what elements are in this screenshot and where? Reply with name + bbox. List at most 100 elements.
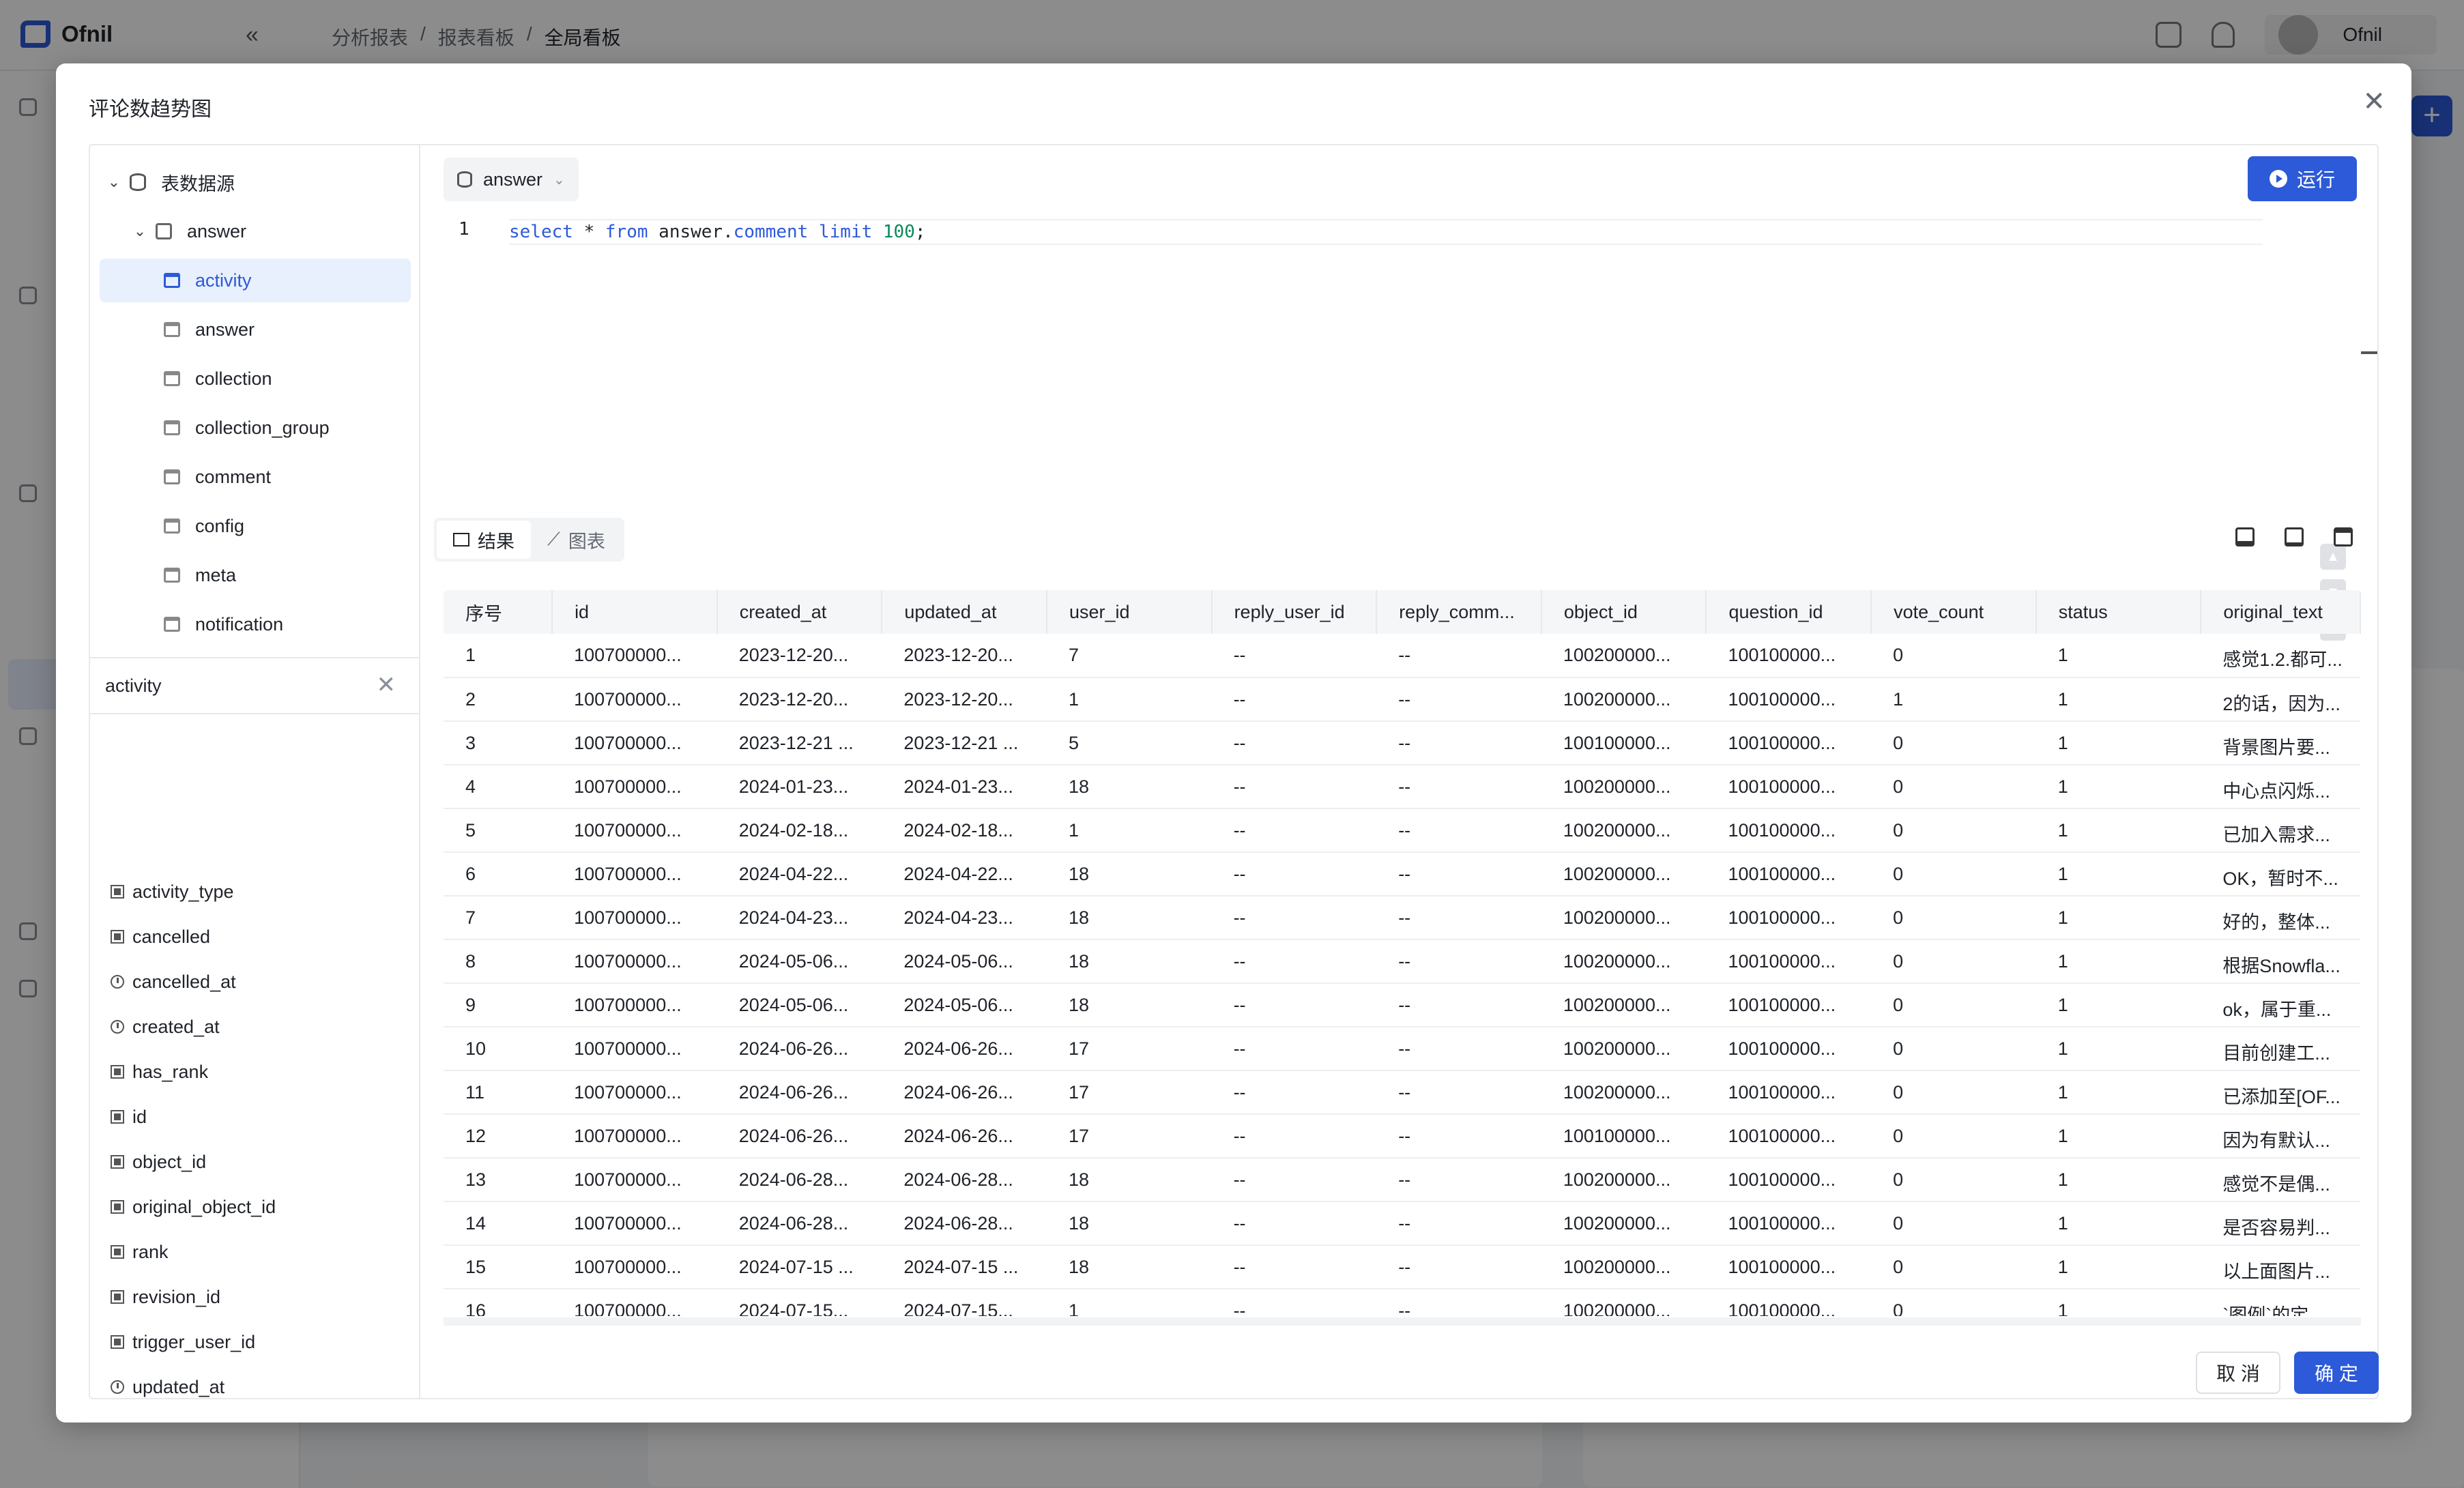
field-name: cancelled_at <box>132 971 236 992</box>
table-row[interactable]: 14 100700000... 2024-06-28... 2024-06-28...… <box>444 1201 2360 1246</box>
table-row[interactable]: 7 100700000... 2024-04-23... 2024-04-23... 1… <box>444 896 2360 940</box>
table-cell: 17 <box>1046 1027 1212 1071</box>
chevron-down-icon[interactable]: ⌄ <box>106 173 121 191</box>
layout-top-icon[interactable] <box>2334 527 2353 546</box>
table-cell: 16 <box>444 1289 553 1316</box>
tree-table-label: config <box>195 515 245 536</box>
field-item[interactable]: revision_id <box>111 1283 220 1311</box>
clock-icon <box>111 1380 124 1394</box>
table-row[interactable]: 11 100700000... 2024-06-26... 2024-06-26...… <box>444 1070 2360 1115</box>
table-cell: 100700000... <box>552 1114 717 1158</box>
field-item[interactable]: rank <box>111 1238 169 1266</box>
field-item[interactable]: original_object_id <box>111 1193 276 1221</box>
column-header[interactable]: object_id <box>1541 590 1707 634</box>
table-cell: 100200000... <box>1541 939 1707 984</box>
table-row[interactable]: 1 100700000... 2023-12-20... 2023-12-20... 7… <box>444 634 2360 678</box>
column-header[interactable]: 序号 <box>444 590 553 634</box>
tree-schema[interactable]: ⌄ answer <box>132 209 420 253</box>
field-item[interactable]: updated_at <box>111 1373 224 1398</box>
field-item[interactable]: has_rank <box>111 1058 208 1085</box>
table-row[interactable]: 6 100700000... 2024-04-22... 2024-04-22... 1… <box>444 852 2360 896</box>
layout-split-icon[interactable] <box>2285 527 2304 546</box>
sql-keyword: from <box>605 222 648 242</box>
field-name: created_at <box>132 1016 220 1037</box>
column-header[interactable]: reply_comm... <box>1376 590 1542 634</box>
horizontal-scrollbar[interactable] <box>444 1317 2361 1326</box>
table-row[interactable]: 15 100700000... 2024-07-15 ... 2024-07-15 .… <box>444 1245 2360 1289</box>
tab-results[interactable]: 结果 <box>437 521 531 559</box>
tree-table-item[interactable]: meta <box>100 553 411 597</box>
layout-bottom-icon[interactable] <box>2235 527 2255 546</box>
table-cell: 100100000... <box>1706 1201 1872 1246</box>
field-item[interactable]: created_at <box>111 1013 220 1040</box>
field-item[interactable]: id <box>111 1103 147 1130</box>
field-name: object_id <box>132 1151 207 1172</box>
column-header[interactable]: created_at <box>716 590 883 634</box>
chevron-down-icon[interactable]: ⌄ <box>132 222 147 240</box>
field-item[interactable]: cancelled <box>111 923 210 950</box>
table-cell: 2024-01-23... <box>716 765 882 809</box>
table-cell: 2024-05-06... <box>882 983 1047 1027</box>
cancel-button[interactable]: 取 消 <box>2196 1352 2280 1394</box>
table-cell: 目前创建工... <box>2201 1027 2360 1071</box>
result-table-container[interactable]: 序号 id created_at updated_at user_id reply_use… <box>444 590 2361 1316</box>
tree-table-item[interactable]: collection_group <box>100 406 411 450</box>
close-icon[interactable]: ✕ <box>2362 88 2386 115</box>
table-cell: 0 <box>1871 1114 2036 1158</box>
table-row[interactable]: 4 100700000... 2024-01-23... 2024-01-23... 1… <box>444 765 2360 809</box>
tab-chart[interactable]: ⟋ 图表 <box>531 521 622 559</box>
table-row[interactable]: 12 100700000... 2024-06-26... 2024-06-26...… <box>444 1114 2360 1158</box>
field-search[interactable]: activity ✕ <box>90 657 420 714</box>
table-cell: 0 <box>1871 808 2036 853</box>
field-item[interactable]: cancelled_at <box>111 968 236 995</box>
grid-icon <box>111 1155 124 1169</box>
tree-table-item[interactable]: notification <box>100 602 411 646</box>
table-row[interactable]: 16 100700000... 2024-07-15... 2024-07-15...… <box>444 1289 2360 1316</box>
table-row[interactable]: 8 100700000... 2024-05-06... 2024-05-06... 1… <box>444 939 2360 984</box>
table-cell: 0 <box>1871 852 2036 896</box>
table-row[interactable]: 13 100700000... 2024-06-28... 2024-06-28...… <box>444 1158 2360 1202</box>
column-header[interactable]: user_id <box>1046 590 1213 634</box>
table-icon <box>164 617 180 632</box>
tree-table-item[interactable]: answer <box>100 308 411 351</box>
tree-table-item[interactable]: comment <box>100 455 411 499</box>
field-search-input[interactable]: activity <box>105 675 162 697</box>
sql-table: comment <box>733 222 809 242</box>
field-name: trigger_user_id <box>132 1331 256 1352</box>
table-cell: -- <box>1211 1201 1377 1246</box>
tree-table-item[interactable]: config <box>100 504 411 548</box>
tree-table-label: answer <box>195 319 255 340</box>
column-header[interactable]: id <box>552 590 718 634</box>
tree-table-item[interactable]: collection <box>100 357 411 400</box>
column-header[interactable]: original_text <box>2201 590 2361 634</box>
field-item[interactable]: object_id <box>111 1148 206 1176</box>
sql-code-line[interactable]: select * from answer.comment limit 100; <box>509 219 2263 245</box>
table-row[interactable]: 10 100700000... 2024-06-26... 2024-06-26...… <box>444 1027 2360 1071</box>
table-cell: -- <box>1376 808 1541 853</box>
table-row[interactable]: 5 100700000... 2024-02-18... 2024-02-18... 1… <box>444 808 2360 853</box>
run-button[interactable]: 运行 <box>2248 156 2357 201</box>
table-cell: 2024-04-22... <box>882 852 1047 896</box>
table-icon <box>453 533 469 546</box>
table-row[interactable]: 3 100700000... 2023-12-21 ... 2023-12-21 ..… <box>444 721 2360 765</box>
clear-icon[interactable]: ✕ <box>377 673 396 697</box>
field-item[interactable]: activity_type <box>111 878 234 905</box>
tree-root[interactable]: ⌄ 表数据源 <box>106 160 418 204</box>
column-header[interactable]: updated_at <box>882 590 1047 634</box>
table-row[interactable]: 2 100700000... 2023-12-20... 2023-12-20... 1… <box>444 677 2360 722</box>
column-header[interactable]: status <box>2035 590 2202 634</box>
ok-button[interactable]: 确 定 <box>2294 1352 2379 1394</box>
column-header[interactable]: question_id <box>1706 590 1872 634</box>
sql-editor[interactable]: 1 select * from answer.comment limit 100… <box>422 211 2377 641</box>
tree-table-item[interactable]: activity <box>100 259 411 302</box>
table-cell: 100100000... <box>1706 677 1872 722</box>
scroll-up-icon[interactable]: ▲ <box>2320 544 2346 570</box>
datasource-select[interactable]: answer ⌄ <box>444 158 579 201</box>
column-header[interactable]: reply_user_id <box>1211 590 1378 634</box>
field-item[interactable]: trigger_user_id <box>111 1328 255 1356</box>
column-header[interactable]: vote_count <box>1871 590 2037 634</box>
table-cell: 100700000... <box>552 1245 717 1289</box>
table-cell: -- <box>1376 1289 1541 1316</box>
table-row[interactable]: 9 100700000... 2024-05-06... 2024-05-06... 1… <box>444 983 2360 1027</box>
table-cell: 是否容易判... <box>2201 1201 2360 1246</box>
